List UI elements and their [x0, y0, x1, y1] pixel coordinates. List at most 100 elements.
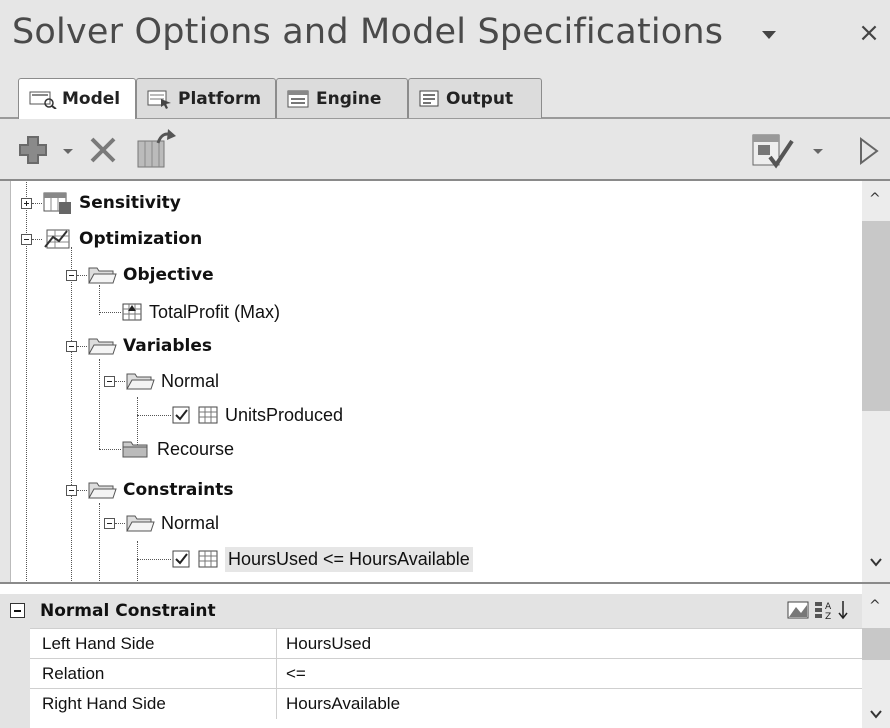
tree-node-variables-normal[interactable]: Normal — [125, 366, 219, 396]
tree-line — [32, 239, 42, 240]
tree-line — [32, 203, 42, 204]
expand-sensitivity-icon[interactable] — [21, 198, 32, 209]
tree-line — [137, 559, 171, 560]
folder-closed-icon — [122, 441, 148, 458]
checkbox-checked-icon[interactable] — [171, 549, 191, 569]
folder-open-icon — [126, 515, 155, 532]
collapse-variables-normal-icon[interactable] — [104, 376, 115, 387]
property-section-title: Normal Constraint — [40, 601, 216, 621]
plus-icon[interactable] — [16, 133, 50, 167]
tree-node-constraints-item[interactable]: HoursUsed <= HoursAvailable — [171, 544, 473, 574]
property-row-right-hand-side[interactable]: Right Hand Side HoursAvailable — [30, 688, 862, 719]
delete-x-icon[interactable] — [86, 133, 120, 167]
model-tree[interactable]: Sensitivity Optimization Objective Total… — [10, 181, 862, 582]
property-grid: Normal Constraint A Z Left Hand Side Hou… — [0, 582, 890, 728]
variable-cells-icon — [198, 406, 218, 424]
tree-node-optimization[interactable]: Optimization — [43, 224, 202, 254]
tree-scrollbar[interactable]: ^ — [862, 181, 890, 582]
tree-label-constraints-normal: Normal — [161, 512, 220, 533]
tree-label-recourse: Recourse — [157, 438, 235, 459]
objective-cell-icon — [122, 303, 142, 321]
property-grid-scrollbar[interactable]: ^ — [862, 584, 890, 728]
sensitivity-icon — [43, 192, 71, 214]
window-title: Solver Options and Model Specifications — [12, 12, 724, 52]
tree-label-optimization: Optimization — [79, 229, 203, 249]
tree-line — [99, 449, 121, 450]
property-key: Right Hand Side — [42, 694, 166, 713]
folder-open-icon — [88, 267, 117, 284]
tab-engine[interactable]: Engine — [276, 78, 408, 118]
collapse-objective-icon[interactable] — [66, 270, 77, 281]
constraint-cells-icon — [198, 550, 218, 568]
property-row-left-hand-side[interactable]: Left Hand Side HoursUsed — [30, 628, 862, 659]
refresh-model-icon[interactable] — [134, 127, 178, 171]
tree-line — [77, 275, 87, 276]
tree-node-recourse[interactable]: Recourse — [121, 434, 234, 464]
categorized-view-icon[interactable] — [786, 599, 810, 621]
tree-line — [99, 503, 100, 582]
add-dropdown-arrow-icon[interactable] — [62, 141, 74, 161]
analyze-dropdown-arrow-icon[interactable] — [812, 141, 824, 161]
tab-platform-label: Platform — [178, 88, 262, 109]
checkbox-checked-icon[interactable] — [171, 405, 191, 425]
tree-label-objective: Objective — [123, 265, 214, 285]
tab-output[interactable]: Output — [408, 78, 542, 118]
scroll-up-arrow-icon[interactable]: ^ — [869, 598, 881, 614]
property-value[interactable]: HoursAvailable — [286, 694, 400, 714]
play-icon[interactable] — [856, 135, 882, 167]
collapse-section-icon[interactable] — [10, 603, 25, 618]
tab-model-label: Model — [62, 89, 121, 109]
tree-line — [137, 541, 138, 581]
tree-line — [99, 312, 121, 313]
property-divider — [276, 659, 277, 689]
collapse-constraints-icon[interactable] — [66, 485, 77, 496]
scroll-up-arrow-icon[interactable]: ^ — [869, 191, 881, 207]
tree-label-sensitivity: Sensitivity — [79, 193, 181, 213]
tree-node-objective-item[interactable]: TotalProfit (Max) — [121, 297, 280, 327]
tree-node-variables-item[interactable]: UnitsProduced — [171, 400, 343, 430]
tree-line — [71, 247, 72, 582]
tab-output-label: Output — [446, 88, 514, 109]
tree-node-sensitivity[interactable]: Sensitivity — [43, 188, 181, 218]
property-grid-gutter — [0, 628, 30, 728]
model-icon — [29, 91, 57, 109]
tree-line — [115, 381, 125, 382]
tree-node-variables[interactable]: Variables — [87, 331, 212, 361]
tree-scrollbar-thumb[interactable] — [862, 221, 890, 411]
property-row-relation[interactable]: Relation <= — [30, 658, 862, 689]
tree-label-variables-normal: Normal — [161, 370, 220, 391]
platform-icon — [147, 90, 171, 109]
property-value[interactable]: <= — [286, 664, 306, 684]
tree-node-objective[interactable]: Objective — [87, 260, 214, 290]
property-key: Left Hand Side — [42, 634, 155, 653]
tab-model[interactable]: Model — [18, 78, 136, 119]
svg-text:A: A — [825, 602, 832, 612]
property-value[interactable]: HoursUsed — [286, 634, 371, 654]
analyze-icon[interactable] — [750, 127, 796, 171]
tree-line — [137, 415, 171, 416]
title-bar: Solver Options and Model Specifications … — [0, 0, 890, 70]
tab-platform[interactable]: Platform — [136, 78, 276, 118]
folder-open-icon — [88, 338, 117, 355]
scroll-down-arrow-icon[interactable] — [869, 556, 883, 568]
collapse-variables-icon[interactable] — [66, 341, 77, 352]
tree-label-variables: Variables — [123, 336, 213, 356]
property-divider — [276, 629, 277, 659]
alphabetical-sort-icon[interactable]: A Z — [814, 599, 850, 621]
tree-left-frame — [0, 181, 10, 582]
tree-line — [99, 359, 100, 449]
dropdown-arrow-icon[interactable] — [758, 24, 780, 46]
scroll-down-arrow-icon[interactable] — [869, 708, 883, 720]
collapse-optimization-icon[interactable] — [21, 234, 32, 245]
tree-node-constraints-normal[interactable]: Normal — [125, 508, 219, 538]
close-button[interactable]: × — [858, 20, 880, 46]
tree-line — [77, 346, 87, 347]
tree-line — [115, 523, 125, 524]
tree-label-objective-item: TotalProfit (Max) — [149, 301, 281, 322]
tree-node-constraints[interactable]: Constraints — [87, 475, 234, 505]
engine-icon — [287, 90, 309, 107]
output-icon — [419, 90, 439, 106]
collapse-constraints-normal-icon[interactable] — [104, 518, 115, 529]
svg-text:Z: Z — [825, 612, 831, 621]
property-grid-scrollbar-thumb[interactable] — [862, 628, 890, 660]
